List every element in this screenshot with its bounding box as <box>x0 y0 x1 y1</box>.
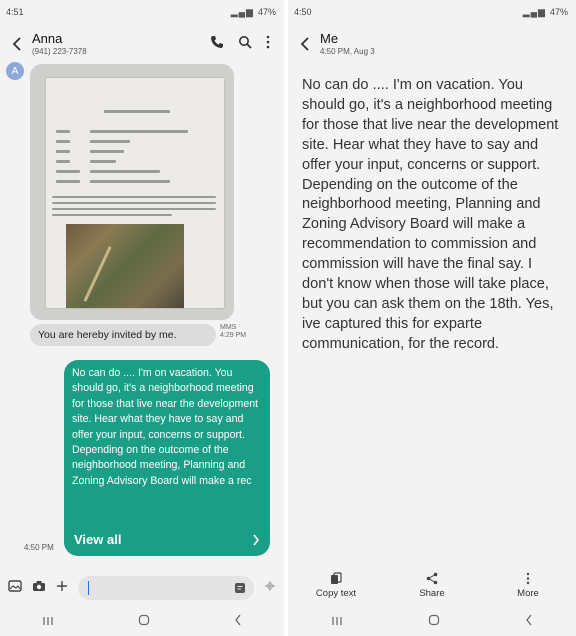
phone-icon <box>211 35 223 48</box>
message-composer <box>0 574 284 602</box>
send-button[interactable] <box>264 579 276 597</box>
contact-name: Anna <box>32 31 63 46</box>
nav-back-button[interactable] <box>525 613 533 631</box>
received-time: 4:29 PM <box>220 332 247 339</box>
battery-level: 47% <box>257 7 276 17</box>
view-all-label: View all <box>74 532 122 548</box>
copy-icon <box>331 572 342 584</box>
back-arrow-icon <box>235 614 241 626</box>
home-icon <box>428 614 440 626</box>
copy-text-label: Copy text <box>315 588 357 599</box>
home-icon <box>138 614 150 626</box>
signal-icon: ▂▄▆ <box>522 6 546 17</box>
plus-icon <box>57 581 67 591</box>
message-meta: MMS 4:29 PM <box>220 324 246 340</box>
text-cursor <box>88 581 89 595</box>
map-image <box>66 224 184 308</box>
sticker-button[interactable] <box>234 581 246 599</box>
sent-message-bubble[interactable]: No can do .... I'm on vacation. You shou… <box>64 360 270 556</box>
system-navigation-bar <box>0 608 284 636</box>
back-button[interactable] <box>294 30 316 58</box>
battery-level: 47% <box>549 7 568 17</box>
send-icon <box>265 581 275 591</box>
more-button[interactable]: More <box>488 572 568 599</box>
share-button[interactable]: Share <box>392 572 472 599</box>
back-button[interactable] <box>6 30 28 58</box>
contact-phone: (941) 223-7378 <box>32 47 87 56</box>
camera-button[interactable] <box>32 579 46 597</box>
received-message-bubble[interactable]: You are hereby invited by me. <box>30 324 216 346</box>
message-input[interactable] <box>78 576 254 600</box>
chevron-left-icon <box>300 37 309 51</box>
status-bar: 4:51 ▂▄▆ 47% <box>0 0 284 24</box>
status-bar: 4:50 ▂▄▆ 47% <box>288 0 576 24</box>
chevron-right-icon <box>253 534 260 546</box>
conversation-header: Anna (941) 223-7378 <box>0 24 284 64</box>
mms-label: MMS <box>220 324 237 331</box>
call-button[interactable] <box>210 35 224 54</box>
full-message-text: No can do .... I'm on vacation. You shou… <box>302 77 559 352</box>
message-detail-screen: 4:50 ▂▄▆ 47% Me 4:50 PM, Aug 3 No can do… <box>288 0 576 636</box>
more-options-button[interactable] <box>266 35 270 54</box>
copy-text-button[interactable]: Copy text <box>296 572 376 599</box>
gallery-icon <box>8 580 22 592</box>
status-time: 4:50 <box>294 7 312 17</box>
recent-apps-icon <box>332 617 342 625</box>
sent-time: 4:50 PM <box>24 543 54 552</box>
chevron-left-icon <box>12 37 21 51</box>
home-button[interactable] <box>428 613 440 631</box>
recent-apps-button[interactable] <box>42 613 54 631</box>
signal-icon: ▂▄▆ <box>230 6 254 17</box>
system-navigation-bar <box>288 608 576 636</box>
more-vertical-icon <box>526 572 530 585</box>
received-photo-attachment[interactable] <box>30 64 234 320</box>
view-all-button[interactable]: View all <box>64 524 270 556</box>
more-label: More <box>517 588 539 599</box>
home-button[interactable] <box>138 613 150 631</box>
share-icon <box>426 572 438 585</box>
message-timestamp: 4:50 PM, Aug 3 <box>320 47 375 56</box>
nav-back-button[interactable] <box>234 613 242 631</box>
contact-avatar[interactable]: A <box>6 62 24 80</box>
gallery-button[interactable] <box>8 579 22 597</box>
add-attachment-button[interactable] <box>56 579 68 597</box>
sender-name: Me <box>320 31 339 46</box>
search-icon <box>239 35 252 49</box>
sent-message-text: No can do .... I'm on vacation. You shou… <box>72 367 259 487</box>
search-button[interactable] <box>238 35 252 54</box>
detail-header: Me 4:50 PM, Aug 3 <box>288 24 576 64</box>
sticker-icon <box>235 583 245 593</box>
recent-apps-button[interactable] <box>331 613 343 631</box>
status-time: 4:51 <box>6 7 24 17</box>
document-photo <box>46 78 224 308</box>
recent-apps-icon <box>43 617 53 625</box>
back-arrow-icon <box>526 614 532 626</box>
share-label: Share <box>419 588 445 599</box>
camera-icon <box>33 581 45 591</box>
conversation-screen: 4:51 ▂▄▆ 47% Anna (941) 223-7378 A You a… <box>0 0 284 636</box>
message-action-bar: Copy text Share More <box>288 572 576 599</box>
more-vertical-icon <box>266 35 270 48</box>
